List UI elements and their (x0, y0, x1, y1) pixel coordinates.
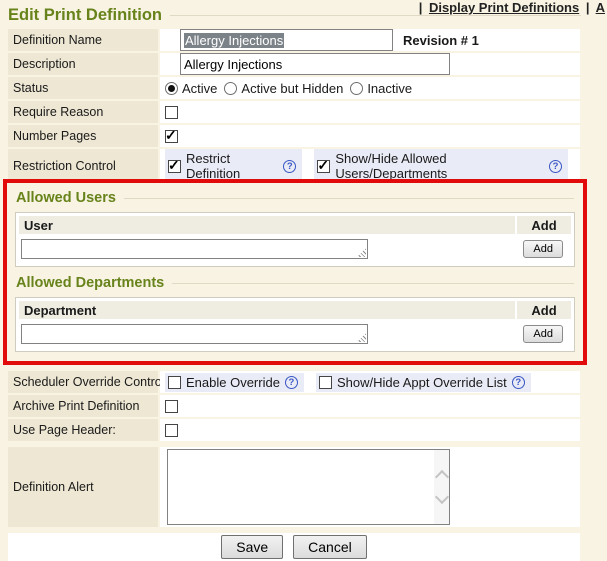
user-add-column-header: Add (517, 216, 571, 234)
heading-rule (172, 283, 574, 284)
heading-rule (124, 198, 574, 199)
show-hide-users-checkbox[interactable] (317, 160, 330, 173)
header-links: | Display Print Definitions | A (416, 0, 605, 15)
show-hide-appt-group: Show/Hide Appt Override List ? (316, 373, 531, 392)
enable-override-group: Enable Override ? (165, 373, 304, 392)
status-option-active[interactable]: Active (165, 81, 217, 96)
help-icon[interactable]: ? (283, 160, 296, 173)
help-icon[interactable]: ? (285, 376, 298, 389)
link-separator: | (586, 0, 590, 15)
scheduler-override-row: Scheduler Override Control Enable Overri… (8, 371, 580, 393)
radio-active-label: Active (182, 81, 217, 96)
allowed-departments-heading: Allowed Departments (16, 275, 164, 291)
add-department-button[interactable]: Add (523, 325, 563, 343)
scrollbar[interactable] (434, 450, 449, 524)
description-row: Description (8, 53, 580, 75)
status-option-active-but-hidden[interactable]: Active but Hidden (224, 81, 343, 96)
allowed-users-heading-bar: Allowed Users (16, 188, 574, 208)
description-input[interactable] (180, 53, 450, 75)
allowed-users-heading: Allowed Users (16, 190, 116, 206)
status-option-inactive[interactable]: Inactive (350, 81, 412, 96)
number-pages-checkbox[interactable] (165, 130, 178, 143)
allowed-departments-panel: Department Add Add (15, 297, 575, 352)
restrict-definition-group: Restrict Definition ? (165, 149, 302, 183)
definition-name-input[interactable]: Allergy Injections (180, 29, 393, 51)
department-add-column-header: Add (517, 301, 571, 319)
enable-override-checkbox[interactable] (168, 376, 181, 389)
restriction-control-label: Restriction Control (8, 149, 158, 183)
show-hide-users-group: Show/Hide Allowed Users/Departments ? (314, 149, 568, 183)
require-reason-row: Require Reason (8, 101, 580, 123)
definition-alert-row: Definition Alert (8, 447, 580, 527)
archive-label: Archive Print Definition (8, 395, 158, 417)
help-icon[interactable]: ? (512, 376, 525, 389)
help-icon[interactable]: ? (549, 160, 562, 173)
definition-name-label: Definition Name (8, 29, 158, 51)
page-title: Edit Print Definition (8, 6, 162, 25)
restrict-definition-checkbox[interactable] (168, 160, 181, 173)
revision-number: Revision # 1 (403, 33, 479, 48)
enable-override-label: Enable Override (186, 375, 280, 390)
show-hide-users-label: Show/Hide Allowed Users/Departments (335, 151, 544, 181)
resize-grip-icon[interactable] (357, 248, 366, 257)
edit-form: Definition Name Allergy Injections Revis… (8, 29, 580, 183)
save-button[interactable]: Save (221, 535, 283, 559)
resize-grip-icon[interactable] (357, 333, 366, 342)
radio-active-but-hidden[interactable] (224, 82, 237, 95)
form-actions: Save Cancel (8, 533, 580, 561)
description-label: Description (8, 53, 158, 75)
require-reason-label: Require Reason (8, 101, 158, 123)
use-page-header-row: Use Page Header: (8, 419, 580, 441)
allowed-departments-heading-bar: Allowed Departments (16, 273, 574, 293)
definition-name-row: Definition Name Allergy Injections Revis… (8, 29, 580, 51)
partial-link[interactable]: A (596, 0, 605, 15)
number-pages-label: Number Pages (8, 125, 158, 147)
user-input[interactable] (21, 239, 368, 259)
allowed-access-alert-box: Allowed Users User Add Add Allowed Depar… (3, 179, 587, 365)
scroll-down-icon[interactable] (435, 490, 449, 504)
link-separator: | (419, 0, 423, 15)
cancel-button[interactable]: Cancel (293, 535, 367, 559)
allowed-users-panel: User Add Add (15, 212, 575, 267)
use-page-header-checkbox[interactable] (165, 424, 178, 437)
add-user-button[interactable]: Add (523, 240, 563, 258)
restriction-control-row: Restriction Control Restrict Definition … (8, 149, 580, 183)
restrict-definition-label: Restrict Definition (186, 151, 278, 181)
radio-active[interactable] (165, 82, 178, 95)
department-input[interactable] (21, 324, 368, 344)
status-label: Status (8, 77, 158, 99)
archive-checkbox[interactable] (165, 400, 178, 413)
require-reason-checkbox[interactable] (165, 106, 178, 119)
radio-active-but-hidden-label: Active but Hidden (241, 81, 343, 96)
radio-inactive[interactable] (350, 82, 363, 95)
use-page-header-label: Use Page Header: (8, 419, 158, 441)
status-row: Status Active Active but Hidden Inactive (8, 77, 580, 99)
number-pages-row: Number Pages (8, 125, 580, 147)
show-hide-appt-label: Show/Hide Appt Override List (337, 375, 507, 390)
definition-alert-label: Definition Alert (8, 447, 158, 527)
scroll-up-icon[interactable] (435, 470, 449, 484)
department-column-header: Department (19, 301, 515, 319)
radio-inactive-label: Inactive (367, 81, 412, 96)
user-column-header: User (19, 216, 515, 234)
lower-form: Scheduler Override Control Enable Overri… (8, 371, 580, 527)
display-print-definitions-link[interactable]: Display Print Definitions (429, 0, 579, 15)
definition-name-value: Allergy Injections (184, 33, 284, 48)
definition-alert-textarea[interactable] (167, 449, 450, 525)
scheduler-override-label: Scheduler Override Control (8, 371, 158, 393)
archive-row: Archive Print Definition (8, 395, 580, 417)
show-hide-appt-checkbox[interactable] (319, 376, 332, 389)
